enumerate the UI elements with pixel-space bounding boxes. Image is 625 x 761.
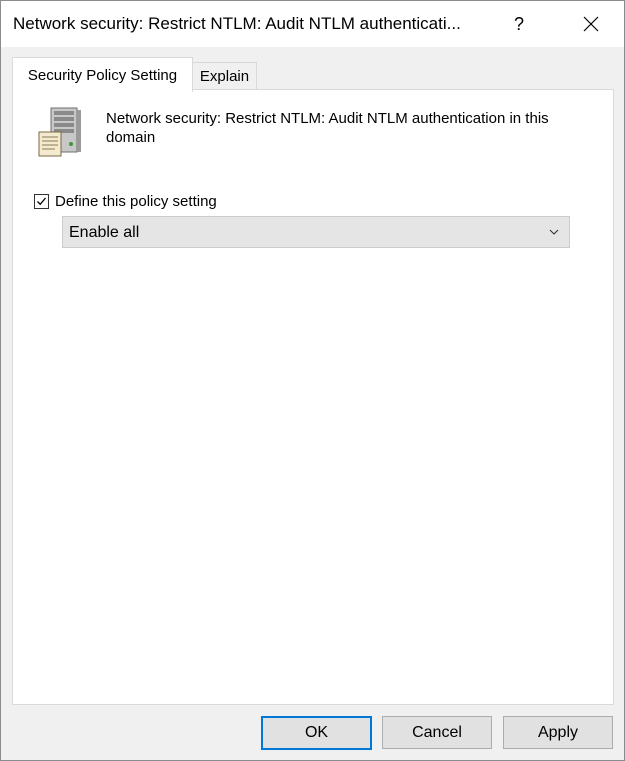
chevron-down-icon	[549, 229, 559, 235]
close-icon	[583, 16, 599, 32]
tab-label: Security Policy Setting	[27, 66, 178, 84]
tab-panel: Network security: Restrict NTLM: Audit N…	[12, 89, 614, 705]
tab-label: Explain	[199, 68, 250, 85]
policy-properties-dialog: Network security: Restrict NTLM: Audit N…	[0, 0, 625, 761]
define-policy-label: Define this policy setting	[55, 193, 217, 210]
define-policy-checkbox[interactable]	[34, 194, 49, 209]
checkmark-icon	[37, 197, 46, 206]
cancel-button[interactable]: Cancel	[382, 716, 492, 749]
define-policy-row[interactable]: Define this policy setting	[34, 193, 217, 210]
apply-button[interactable]: Apply	[503, 716, 613, 749]
dropdown-selected-value: Enable all	[69, 224, 140, 241]
tab-security-policy-setting[interactable]: Security Policy Setting	[12, 57, 193, 92]
tab-explain[interactable]: Explain	[192, 62, 257, 90]
help-icon: ?	[513, 13, 524, 34]
server-policy-icon	[38, 107, 81, 157]
cancel-button-label: Cancel	[412, 723, 462, 741]
close-button[interactable]	[561, 1, 621, 47]
audit-option-dropdown[interactable]: Enable all	[62, 216, 570, 248]
policy-description: Network security: Restrict NTLM: Audit N…	[106, 110, 549, 146]
ok-button-label: OK	[304, 724, 329, 741]
help-button[interactable]: ?	[489, 1, 549, 47]
window-title: Network security: Restrict NTLM: Audit N…	[13, 14, 461, 33]
title-bar: Network security: Restrict NTLM: Audit N…	[1, 1, 624, 47]
ok-button[interactable]: OK	[261, 716, 372, 750]
apply-button-label: Apply	[537, 723, 579, 741]
